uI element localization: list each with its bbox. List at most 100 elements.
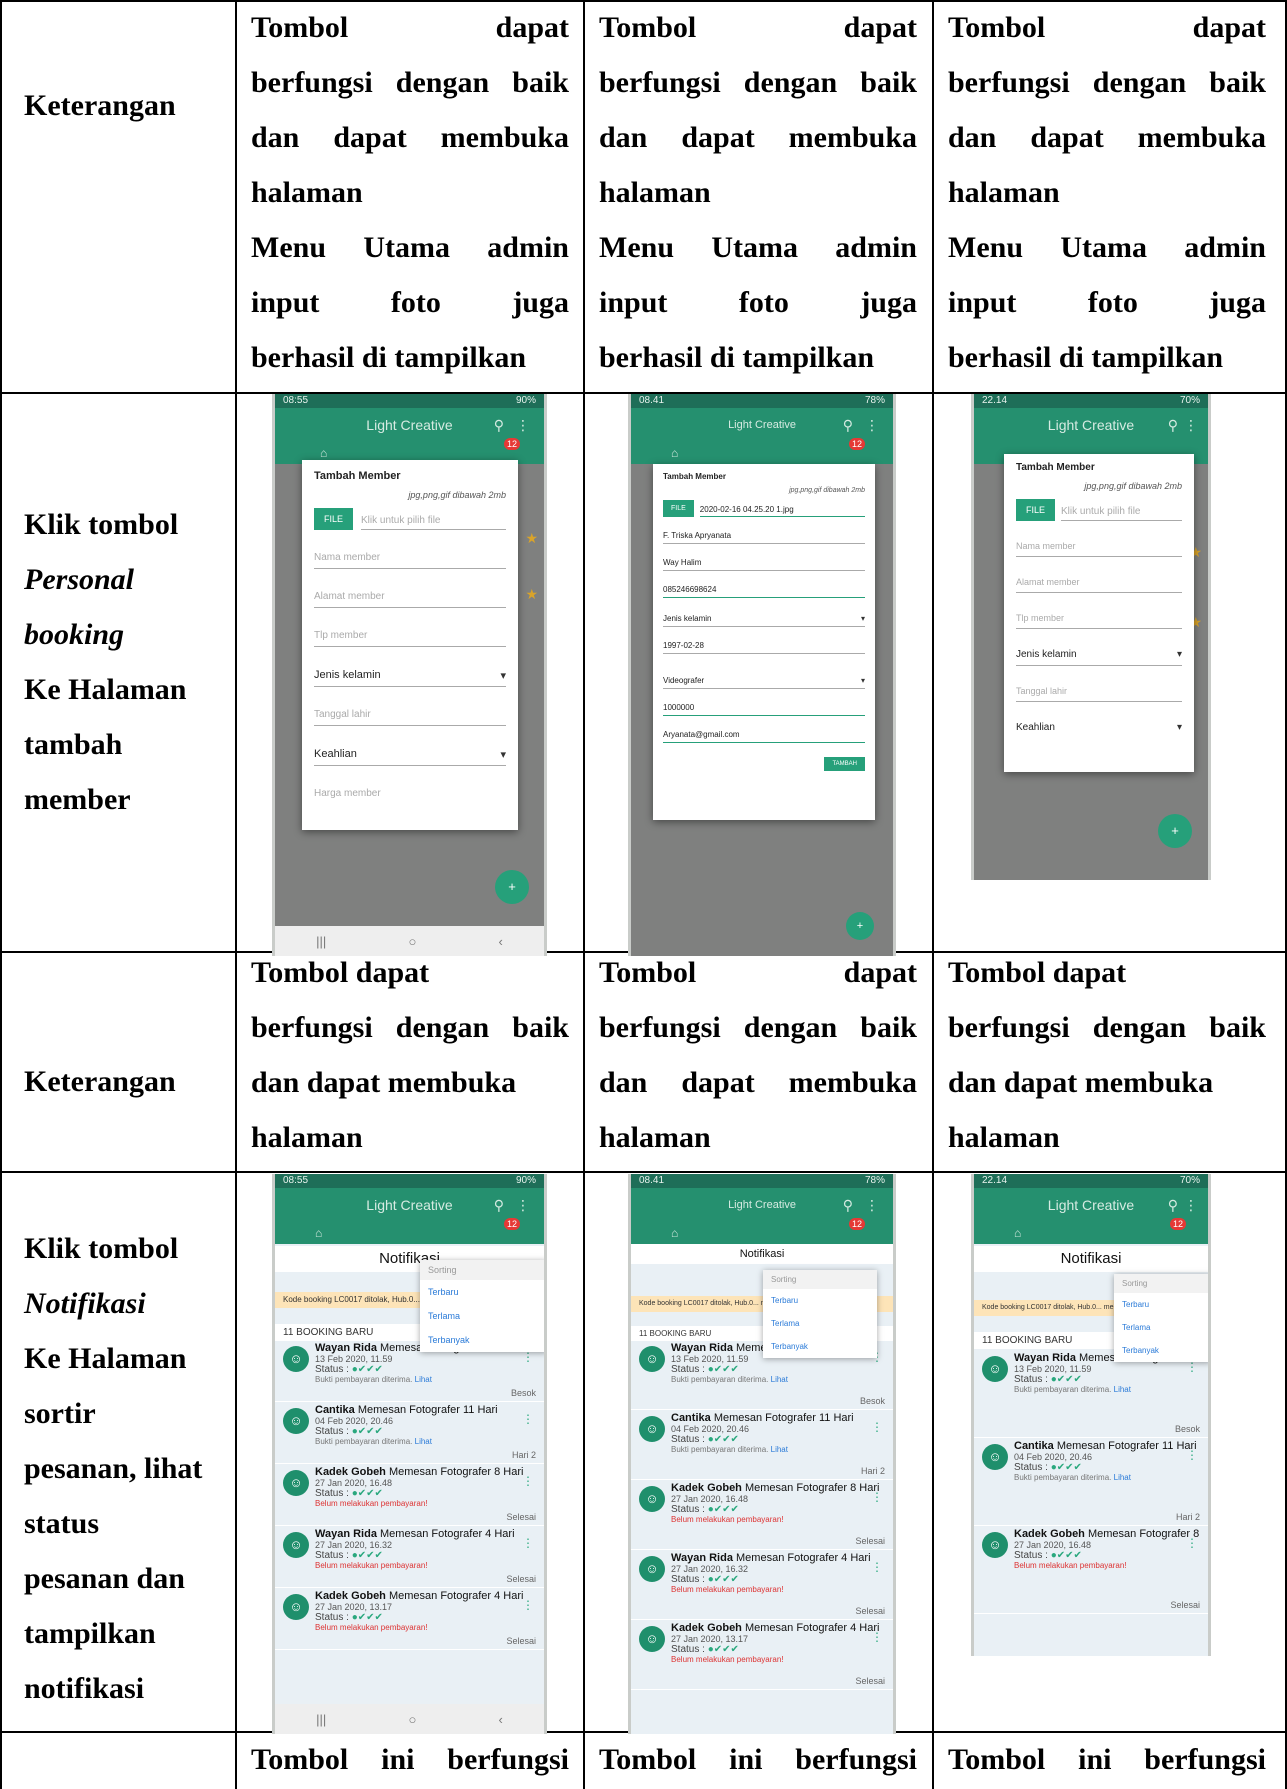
booking-status: Status : ●✔✔✔	[671, 1504, 739, 1515]
search-icon[interactable]: ⚲	[1168, 1188, 1178, 1222]
app-screenshot: 08.4178% ☰ Light Creative ⚲ ⋮ ⌂ 12 Tamba…	[628, 394, 896, 956]
name-field[interactable]: F. Triska Apryanata	[663, 531, 865, 544]
text-line: berfungsi dengan baik	[599, 66, 917, 99]
notification-item[interactable]: ☺Wayan Rida Memesan Fotografer 5 Hari13 …	[974, 1350, 1208, 1438]
more-icon[interactable]: ⋮	[1184, 408, 1198, 442]
search-icon[interactable]: ⚲	[843, 1188, 853, 1222]
sort-oldest[interactable]: Terlama	[420, 1304, 544, 1328]
notification-item[interactable]: ☺ Kadek Gobeh Memesan Fotografer 4 Hari 27…	[631, 1620, 893, 1690]
add-member-fab[interactable]: +	[1158, 814, 1192, 848]
more-icon[interactable]: ⋮	[871, 1490, 883, 1504]
search-icon[interactable]: ⚲	[843, 408, 853, 442]
back-icon[interactable]: ‹	[499, 1712, 503, 1727]
search-icon[interactable]: ⚲	[494, 1188, 504, 1222]
sort-most[interactable]: Terbanyak	[763, 1335, 877, 1358]
more-icon[interactable]: ⋮	[522, 1598, 534, 1612]
more-icon[interactable]: ⋮	[1186, 1360, 1198, 1374]
more-icon[interactable]: ⋮	[522, 1536, 534, 1550]
due-label: Selesai	[855, 1676, 885, 1686]
recents-icon[interactable]: |||	[316, 1712, 326, 1727]
file-button[interactable]: FILE	[663, 500, 694, 517]
notification-item[interactable]: ☺ Cantika Memesan Fotografer 11 Hari 04 Fe…	[275, 1402, 544, 1464]
sort-oldest[interactable]: Terlama	[1114, 1316, 1208, 1339]
address-field[interactable]: Alamat member	[1016, 577, 1182, 593]
add-member-fab[interactable]: +	[846, 912, 874, 940]
view-link[interactable]: Lihat	[771, 1445, 788, 1454]
address-field[interactable]: Way Halim	[663, 558, 865, 571]
file-button[interactable]: FILE	[1016, 499, 1056, 521]
notification-item[interactable]: ☺ Wayan Rida Memesan Fotografer 4 Hari 27 …	[275, 1526, 544, 1588]
name-field[interactable]: Nama member	[314, 552, 506, 569]
home-icon[interactable]: ⌂	[671, 1222, 678, 1244]
address-field[interactable]: Alamat member	[314, 591, 506, 608]
sort-most[interactable]: Terbanyak	[1114, 1339, 1208, 1362]
view-link[interactable]: Lihat	[1114, 1385, 1131, 1394]
text-line: berhasil di tampilkan	[948, 341, 1224, 374]
notification-item[interactable]: ☺ Kadek Gobeh Memesan Fotografer 4 Hari 27…	[275, 1588, 544, 1650]
more-icon[interactable]: ⋮	[865, 1188, 879, 1222]
row-label: Keterangan	[24, 1065, 176, 1098]
name-field[interactable]: Nama member	[1016, 541, 1182, 557]
notification-item[interactable]: ☺ Kadek Gobeh Memesan Fotografer 8 Hari27…	[631, 1480, 893, 1550]
home-icon[interactable]: ⌂	[671, 442, 678, 464]
view-link[interactable]: Lihat	[415, 1375, 432, 1384]
due-label: Hari 2	[1175, 1512, 1200, 1522]
submit-button[interactable]: TAMBAH	[824, 757, 865, 771]
file-button[interactable]: FILE	[314, 508, 354, 530]
notification-item[interactable]: ☺ Kadek Gobeh Memesan Fotografer 8 Hari27…	[974, 1526, 1208, 1614]
sort-oldest[interactable]: Terlama	[763, 1312, 877, 1335]
price-field[interactable]: Harga member	[314, 788, 506, 804]
more-icon[interactable]: ⋮	[871, 1420, 883, 1434]
notification-item[interactable]: ☺ Kadek Gobeh Memesan Fotografer 8 Hari27…	[275, 1464, 544, 1526]
birthdate-field[interactable]: Tanggal lahir	[1016, 686, 1182, 702]
birthdate-field[interactable]: 1997-02-28	[663, 641, 865, 654]
gender-select[interactable]: Jenis kelamin	[314, 669, 506, 687]
search-icon[interactable]: ⚲	[494, 408, 504, 442]
sort-newest[interactable]: Terbaru	[1114, 1293, 1208, 1316]
home-nav-icon[interactable]: ○	[408, 1712, 416, 1727]
more-icon[interactable]: ⋮	[865, 408, 879, 442]
label-line: notifikasi	[24, 1672, 145, 1705]
more-icon[interactable]: ⋮	[516, 1188, 530, 1222]
phone-field[interactable]: 085246698624	[663, 585, 865, 598]
file-input[interactable]: 2020-02-16 04.25.20 1.jpg	[699, 505, 865, 517]
due-label: Besok	[510, 1388, 536, 1398]
file-input[interactable]: Klik untuk pilih file	[1061, 506, 1182, 521]
booking-status: Status : ●✔✔✔	[315, 1364, 383, 1375]
more-icon[interactable]: ⋮	[522, 1412, 534, 1426]
skill-select[interactable]: Videografer	[663, 676, 865, 689]
sort-newest[interactable]: Terbaru	[763, 1289, 877, 1312]
text-line: Tombol dapat	[251, 956, 430, 989]
skill-select[interactable]: Keahlian	[314, 748, 506, 766]
more-icon[interactable]: ⋮	[1184, 1188, 1198, 1222]
sort-newest[interactable]: Terbaru	[420, 1280, 544, 1304]
price-field[interactable]: 1000000	[663, 703, 865, 716]
more-icon[interactable]: ⋮	[1186, 1536, 1198, 1550]
notification-item[interactable]: ☺ Cantika Memesan Fotografer 11 Hari 04 Fe…	[631, 1410, 893, 1480]
phone-field[interactable]: Tlp member	[1016, 613, 1182, 629]
more-icon[interactable]: ⋮	[871, 1630, 883, 1644]
sort-most[interactable]: Terbanyak	[420, 1328, 544, 1352]
more-icon[interactable]: ⋮	[522, 1474, 534, 1488]
more-icon[interactable]: ⋮	[871, 1560, 883, 1574]
view-link[interactable]: Lihat	[1114, 1473, 1131, 1482]
birthdate-field[interactable]: Tanggal lahir	[314, 709, 506, 726]
search-icon[interactable]: ⚲	[1168, 408, 1178, 442]
email-field[interactable]: Aryanata@gmail.com	[663, 730, 865, 743]
text-line: halaman	[948, 1121, 1060, 1154]
view-link[interactable]: Lihat	[771, 1375, 788, 1384]
file-input[interactable]: Klik untuk pilih file	[361, 515, 506, 530]
home-icon[interactable]: ⌂	[315, 1222, 322, 1244]
more-icon[interactable]: ⋮	[1186, 1448, 1198, 1462]
home-icon[interactable]: ⌂	[1014, 1222, 1021, 1244]
notification-item[interactable]: ☺ Wayan Rida Memesan Fotografer 4 Hari 27 …	[631, 1550, 893, 1620]
notification-item[interactable]: ☺ Cantika Memesan Fotografer 11 Hari 04 Fe…	[974, 1438, 1208, 1526]
add-member-fab[interactable]: +	[495, 870, 529, 904]
more-icon[interactable]: ⋮	[522, 1350, 534, 1364]
view-link[interactable]: Lihat	[415, 1437, 432, 1446]
more-icon[interactable]: ⋮	[516, 408, 530, 442]
gender-select[interactable]: Jenis kelamin	[663, 614, 865, 627]
phone-field[interactable]: Tlp member	[314, 630, 506, 647]
gender-select[interactable]: Jenis kelamin	[1016, 649, 1182, 666]
skill-select[interactable]: Keahlian	[1016, 722, 1182, 738]
